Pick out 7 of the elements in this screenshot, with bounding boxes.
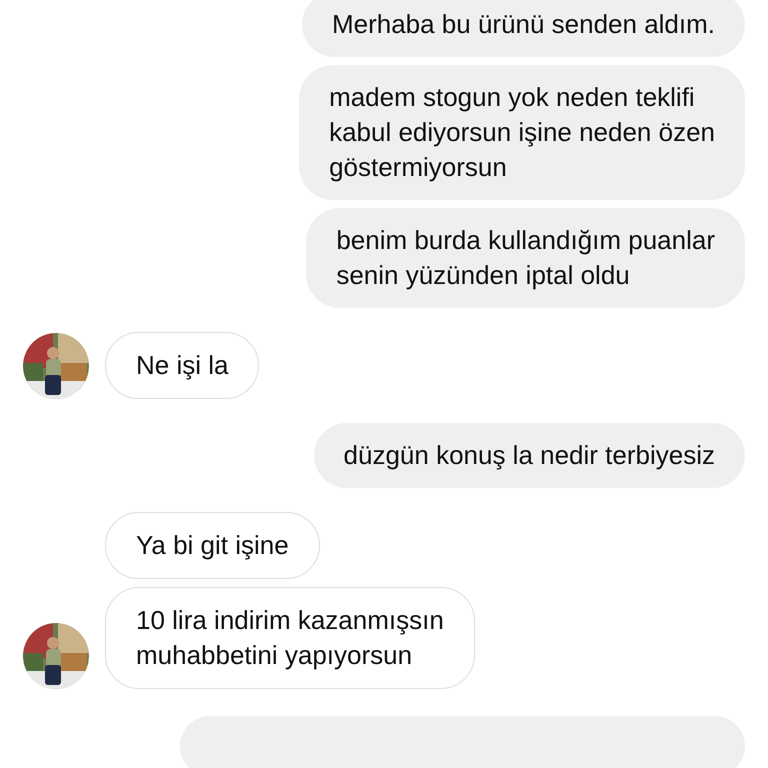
message-bubble: madem stogun yok neden teklifi kabul ediyorsun işine neden özen göstermiyorsun: [299, 65, 745, 200]
message-bubble: 10 lira indirim kazanmışsın muhabbetini yapıyorsun: [105, 587, 475, 689]
message-bubble: Merhaba bu ürünü senden aldım.: [302, 0, 745, 57]
message-bubble: Ya bi git işine: [105, 512, 320, 579]
message-bubble: benim burda kullandığım puanlar senin yüzünden iptal oldu: [306, 208, 745, 308]
message-bubble: düzgün konuş la nedir terbiyesiz: [314, 423, 745, 488]
message-bubble: Ne işi la: [105, 332, 260, 399]
